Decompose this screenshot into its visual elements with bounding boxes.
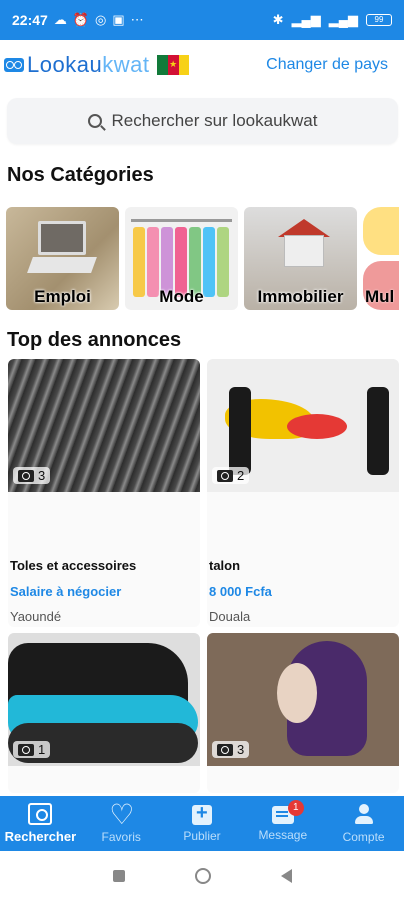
camera-icon <box>217 743 233 756</box>
listing-location: Douala <box>209 609 251 624</box>
tab-label: Publier <box>183 828 221 843</box>
listing-title: talon <box>209 558 241 573</box>
user-icon <box>352 803 376 826</box>
photo-count-value: 2 <box>237 468 245 483</box>
tab-label: Favoris <box>101 829 141 844</box>
photo-count-value: 3 <box>38 468 46 483</box>
search-bar[interactable]: Rechercher sur lookaukwat <box>7 98 398 144</box>
shoe-shape <box>287 414 347 439</box>
tab-rechercher[interactable]: Rechercher <box>0 796 81 851</box>
listing-price: 8 000 Fcfa <box>209 584 272 599</box>
message-badge: 1 <box>287 799 304 816</box>
logo-eyes-icon <box>4 58 24 72</box>
signal-icon-2: ▂▄▆ <box>328 12 358 27</box>
logo-text-1: Look <box>27 52 77 77</box>
listing-title: Toles et accessoires <box>10 558 137 573</box>
status-time: 22:47 <box>12 12 48 28</box>
plus-icon <box>191 802 212 825</box>
more-icon: ⋯ <box>130 12 144 27</box>
search-placeholder: Rechercher sur lookaukwat <box>111 111 318 130</box>
bluetooth-icon: ✱ <box>272 12 284 27</box>
cloud-icon: ☁ <box>53 12 67 27</box>
change-country-link[interactable]: Changer de pays <box>266 56 388 74</box>
search-icon <box>87 114 102 128</box>
listing-card[interactable]: 1 <box>8 633 200 793</box>
tab-label: Rechercher <box>4 829 77 844</box>
photo-count: 1 <box>13 741 51 758</box>
category-mode[interactable]: Mode <box>125 207 238 310</box>
category-immobilier[interactable]: Immobilier <box>244 207 357 310</box>
back-icon[interactable] <box>280 868 292 883</box>
tab-label: Compte <box>342 829 385 844</box>
logo-text-2: au <box>76 52 103 77</box>
listing-image[interactable]: 3 <box>8 359 200 492</box>
tab-compte[interactable]: Compte <box>323 796 404 851</box>
cameroon-flag-icon[interactable] <box>157 55 190 75</box>
document-icon: ▣ <box>112 12 125 27</box>
listing-location: Yaoundé <box>10 609 62 624</box>
message-icon: 1 <box>271 799 304 824</box>
listing-image[interactable]: 3 <box>207 633 399 766</box>
home-icon[interactable] <box>194 867 211 884</box>
listing-price: Salaire à négocier <box>10 584 122 599</box>
tab-publier[interactable]: Publier <box>162 796 243 851</box>
category-multimedia[interactable]: Mul <box>363 207 399 310</box>
status-notification-icons: ☁ ⏰ ◎ ▣ ⋯ <box>54 12 144 28</box>
clothes-rail <box>131 219 232 222</box>
logo-text-3: kwat <box>102 52 150 77</box>
laptop-image <box>38 221 86 255</box>
microphone-thumb <box>363 207 399 255</box>
tab-message[interactable]: 1 Message <box>242 796 323 851</box>
category-label: Emploi <box>34 287 91 306</box>
categories-title: Nos Catégories <box>7 164 154 186</box>
category-emploi[interactable]: Emploi <box>6 207 119 310</box>
alarm-icon: ⏰ <box>72 12 89 27</box>
category-label: Mul <box>365 287 395 306</box>
tab-favoris[interactable]: Favoris <box>81 796 162 851</box>
camera-icon <box>18 743 34 756</box>
listing-image[interactable]: 1 <box>8 633 200 766</box>
app-logo: Look au kwat <box>4 52 190 78</box>
listing-card[interactable]: 2 talon 8 000 Fcfa Douala <box>207 359 399 627</box>
photo-count-value: 1 <box>38 742 46 757</box>
whatsapp-icon: ◎ <box>95 12 107 27</box>
photo-count: 2 <box>212 467 250 484</box>
mannequin-face <box>277 663 317 723</box>
photo-count: 3 <box>212 741 250 758</box>
keyboard-image <box>27 257 97 273</box>
app-header: Look au kwat Changer de pays <box>0 40 404 90</box>
heel-shape <box>229 387 251 475</box>
photo-count: 3 <box>13 467 51 484</box>
photo-count-value: 3 <box>237 742 245 757</box>
camera-icon <box>217 469 233 482</box>
categories-carousel[interactable]: Emploi Mode Immobilier Mul <box>6 207 404 310</box>
camera-icon <box>18 469 34 482</box>
listing-card[interactable]: 3 <box>207 633 399 793</box>
search-icon <box>28 803 53 825</box>
category-label: Immobilier <box>257 287 344 306</box>
listing-image[interactable]: 2 <box>207 359 399 492</box>
recent-apps-icon[interactable] <box>112 869 125 882</box>
tab-label: Message <box>258 827 308 842</box>
category-label: Mode <box>159 287 204 306</box>
heart-icon <box>109 798 134 831</box>
heel-shape <box>367 387 389 475</box>
system-nav-bar <box>0 851 404 900</box>
listings-title: Top des annonces <box>7 329 182 351</box>
bottom-tab-bar: Rechercher Favoris Publier 1 Message Com… <box>0 796 404 851</box>
battery-icon: 99 <box>366 14 392 26</box>
house-image <box>284 235 324 267</box>
listing-card[interactable]: 3 Toles et accessoires Salaire à négocie… <box>8 359 200 627</box>
status-bar: 22:47 ☁ ⏰ ◎ ▣ ⋯ ✱ ▂▄▆ ▂▄▆ 99 <box>0 0 404 40</box>
signal-icon: ▂▄▆ <box>291 12 321 27</box>
